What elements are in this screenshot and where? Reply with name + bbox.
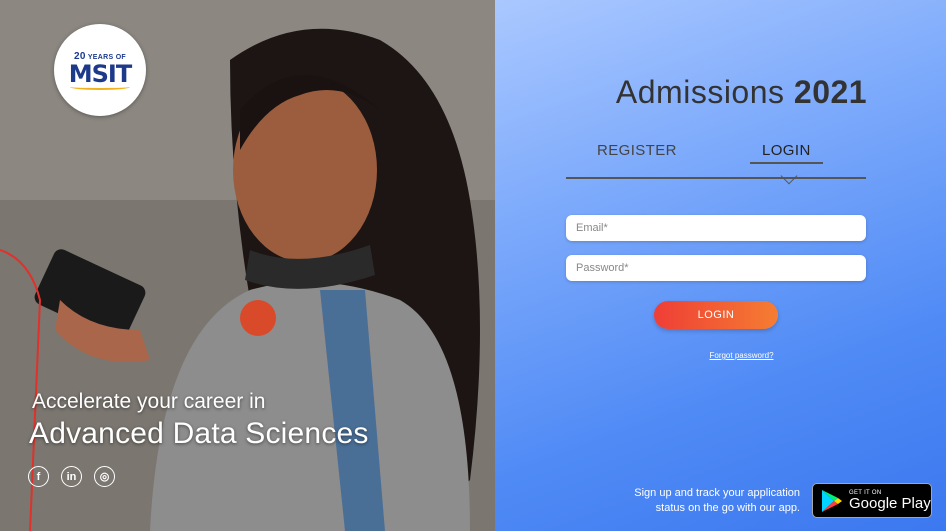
tab-register[interactable]: REGISTER: [597, 142, 677, 159]
tab-divider: [566, 177, 866, 179]
app-promo-line2: status on the go with our app.: [655, 502, 800, 514]
page-title: Admissions 2021: [495, 74, 946, 111]
hero-panel: 20 YEARS OF MSIT Accelerate your career …: [0, 0, 495, 531]
title-main: Admissions: [615, 74, 785, 110]
google-play-label: GET IT ON Google Play: [849, 490, 931, 511]
tagline-line2: Advanced Data Sciences: [29, 417, 369, 450]
facebook-icon[interactable]: f: [28, 466, 49, 487]
auth-panel: Admissions 2021 REGISTER LOGIN LOGIN For…: [495, 0, 946, 531]
logo-swoosh: [70, 84, 130, 90]
linkedin-icon[interactable]: in: [61, 466, 82, 487]
instagram-icon[interactable]: ◎: [94, 466, 115, 487]
admissions-page: 20 YEARS OF MSIT Accelerate your career …: [0, 0, 946, 531]
msit-logo[interactable]: 20 YEARS OF MSIT: [54, 24, 146, 116]
google-play-icon: [822, 489, 842, 512]
app-promo-line1: Sign up and track your application: [634, 487, 800, 499]
auth-tabs: REGISTER LOGIN: [566, 142, 866, 187]
tagline-line1: Accelerate your career in: [32, 390, 266, 413]
email-field[interactable]: [566, 215, 866, 241]
tab-login[interactable]: LOGIN: [750, 142, 823, 164]
forgot-password-link[interactable]: Forgot password?: [495, 351, 946, 360]
app-promo-text: Sign up and track your application statu…: [634, 486, 800, 516]
google-play-big: Google Play: [849, 495, 931, 512]
google-play-button[interactable]: GET IT ON Google Play: [812, 483, 932, 518]
title-year: 2021: [793, 74, 868, 110]
social-links: f in ◎: [28, 466, 115, 487]
login-button[interactable]: LOGIN: [654, 301, 778, 329]
password-field[interactable]: [566, 255, 866, 281]
